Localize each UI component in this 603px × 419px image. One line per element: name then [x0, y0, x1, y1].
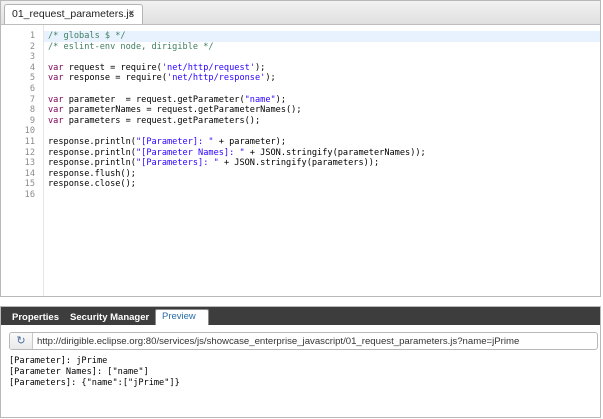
url-input[interactable]	[37, 333, 595, 349]
code-token: );	[265, 73, 276, 84]
current-line-highlight	[44, 31, 600, 42]
line-number: 7	[29, 94, 35, 105]
code-token: + JSON.stringify(parameters));	[218, 158, 380, 169]
tab-security-manager[interactable]: Security Manager	[70, 310, 149, 325]
refresh-icon[interactable]: ↻	[10, 333, 33, 349]
line-number: 16	[24, 190, 35, 200]
code-line: var parameter = request.getParameter("na…	[48, 95, 286, 106]
bottom-panel: Properties Security Manager Preview ↻ [P…	[0, 306, 601, 418]
code-token: "[Parameter]: "	[135, 137, 214, 147]
code-line: var parameterNames = request.getParamete…	[48, 105, 302, 116]
line-number: 8	[29, 105, 35, 116]
code-token: var	[48, 94, 64, 105]
tab-properties[interactable]: Properties	[12, 310, 59, 325]
code-token: 'net/http/response'	[167, 73, 266, 84]
output-line: [Parameters]: {"name":["jPrime"]}	[9, 378, 180, 388]
line-number: 9	[29, 115, 35, 126]
code-area[interactable]: 1 2 3 4 5 6 7 8 9 10 11 12 13 14 15 16 /* globals $ *//…	[1, 25, 600, 296]
code-line: response.println("[Parameter Names]: " +…	[48, 148, 426, 159]
line-number: 1	[29, 31, 35, 41]
code-token: );	[275, 94, 287, 105]
code-token: "[Parameter Names]: "	[135, 147, 245, 158]
line-number: 3	[29, 52, 35, 63]
code-line: response.flush();	[48, 169, 136, 180]
code-line: response.println("[Parameter]: " + param…	[48, 137, 286, 148]
line-number: 14	[24, 168, 35, 179]
code-token: );	[254, 62, 266, 73]
code-token: response.flush();	[48, 168, 136, 179]
code-line: var request = require('net/http/request'…	[48, 63, 265, 74]
code-line: response.println("[Parameters]: " + JSON…	[48, 158, 379, 169]
line-number: 4	[29, 62, 35, 73]
code-token: parameter = request.getParameter(	[63, 94, 245, 105]
code-editor: 01_request_parameters.js x 1 2 3 4 5 6 7 8 9 10 11…	[0, 0, 601, 297]
preview-output: [Parameter]: jPrime [Parameter Names]: […	[9, 356, 596, 389]
output-line: [Parameter]: jPrime	[9, 356, 108, 366]
code-token: /* eslint-env node, dirigible */	[48, 41, 214, 52]
code-token: /* globals $ */	[48, 31, 126, 41]
code-token: "[Parameters]: "	[135, 158, 219, 169]
code-token: request = require(	[63, 62, 162, 73]
code-line: var parameters = request.getParameters()…	[48, 116, 260, 127]
code-token: var	[48, 115, 64, 126]
tab-preview[interactable]: Preview	[155, 309, 209, 325]
editor-tab-strip: 01_request_parameters.js x	[1, 1, 600, 25]
line-number: 13	[24, 158, 35, 169]
code-token: "name"	[244, 94, 276, 105]
file-tab[interactable]: 01_request_parameters.js x	[4, 4, 143, 24]
code-token: response = require(	[63, 73, 168, 84]
code-line: /* eslint-env node, dirigible */	[48, 42, 214, 53]
line-number: 2	[29, 41, 35, 52]
panel-tab-bar: Properties Security Manager Preview	[1, 307, 600, 325]
line-number-gutter: 1 2 3 4 5 6 7 8 9 10 11 12 13 14 15 16	[1, 25, 44, 296]
url-bar: ↻	[9, 332, 598, 350]
code-line: response.close();	[48, 179, 136, 190]
code-token: response.close();	[48, 179, 136, 190]
code-token: var	[48, 62, 64, 73]
line-number: 15	[24, 179, 35, 190]
code-token: + parameter);	[213, 137, 287, 147]
line-number: 5	[29, 73, 35, 84]
code-token: parameterNames = request.getParameterNam…	[63, 105, 302, 116]
file-tab-label: 01_request_parameters.js	[12, 8, 134, 20]
code-token: response.println(	[48, 147, 136, 158]
line-number: 10	[24, 126, 35, 137]
code-token: var	[48, 73, 64, 84]
code-line: var response = require('net/http/respons…	[48, 73, 276, 84]
close-icon[interactable]: x	[129, 8, 134, 19]
code-token: response.println(	[48, 158, 136, 169]
code-token: response.println(	[48, 137, 136, 147]
code-token: var	[48, 105, 64, 116]
code-token: 'net/http/request'	[161, 62, 255, 73]
code-token: + JSON.stringify(parameterNames));	[244, 147, 426, 158]
line-number: 11	[24, 137, 35, 147]
line-number: 6	[29, 84, 35, 94]
code-line: /* globals $ */	[48, 31, 126, 42]
line-number: 12	[24, 147, 35, 158]
output-line: [Parameter Names]: ["name"]	[9, 367, 149, 377]
code-token: parameters = request.getParameters();	[63, 115, 261, 126]
